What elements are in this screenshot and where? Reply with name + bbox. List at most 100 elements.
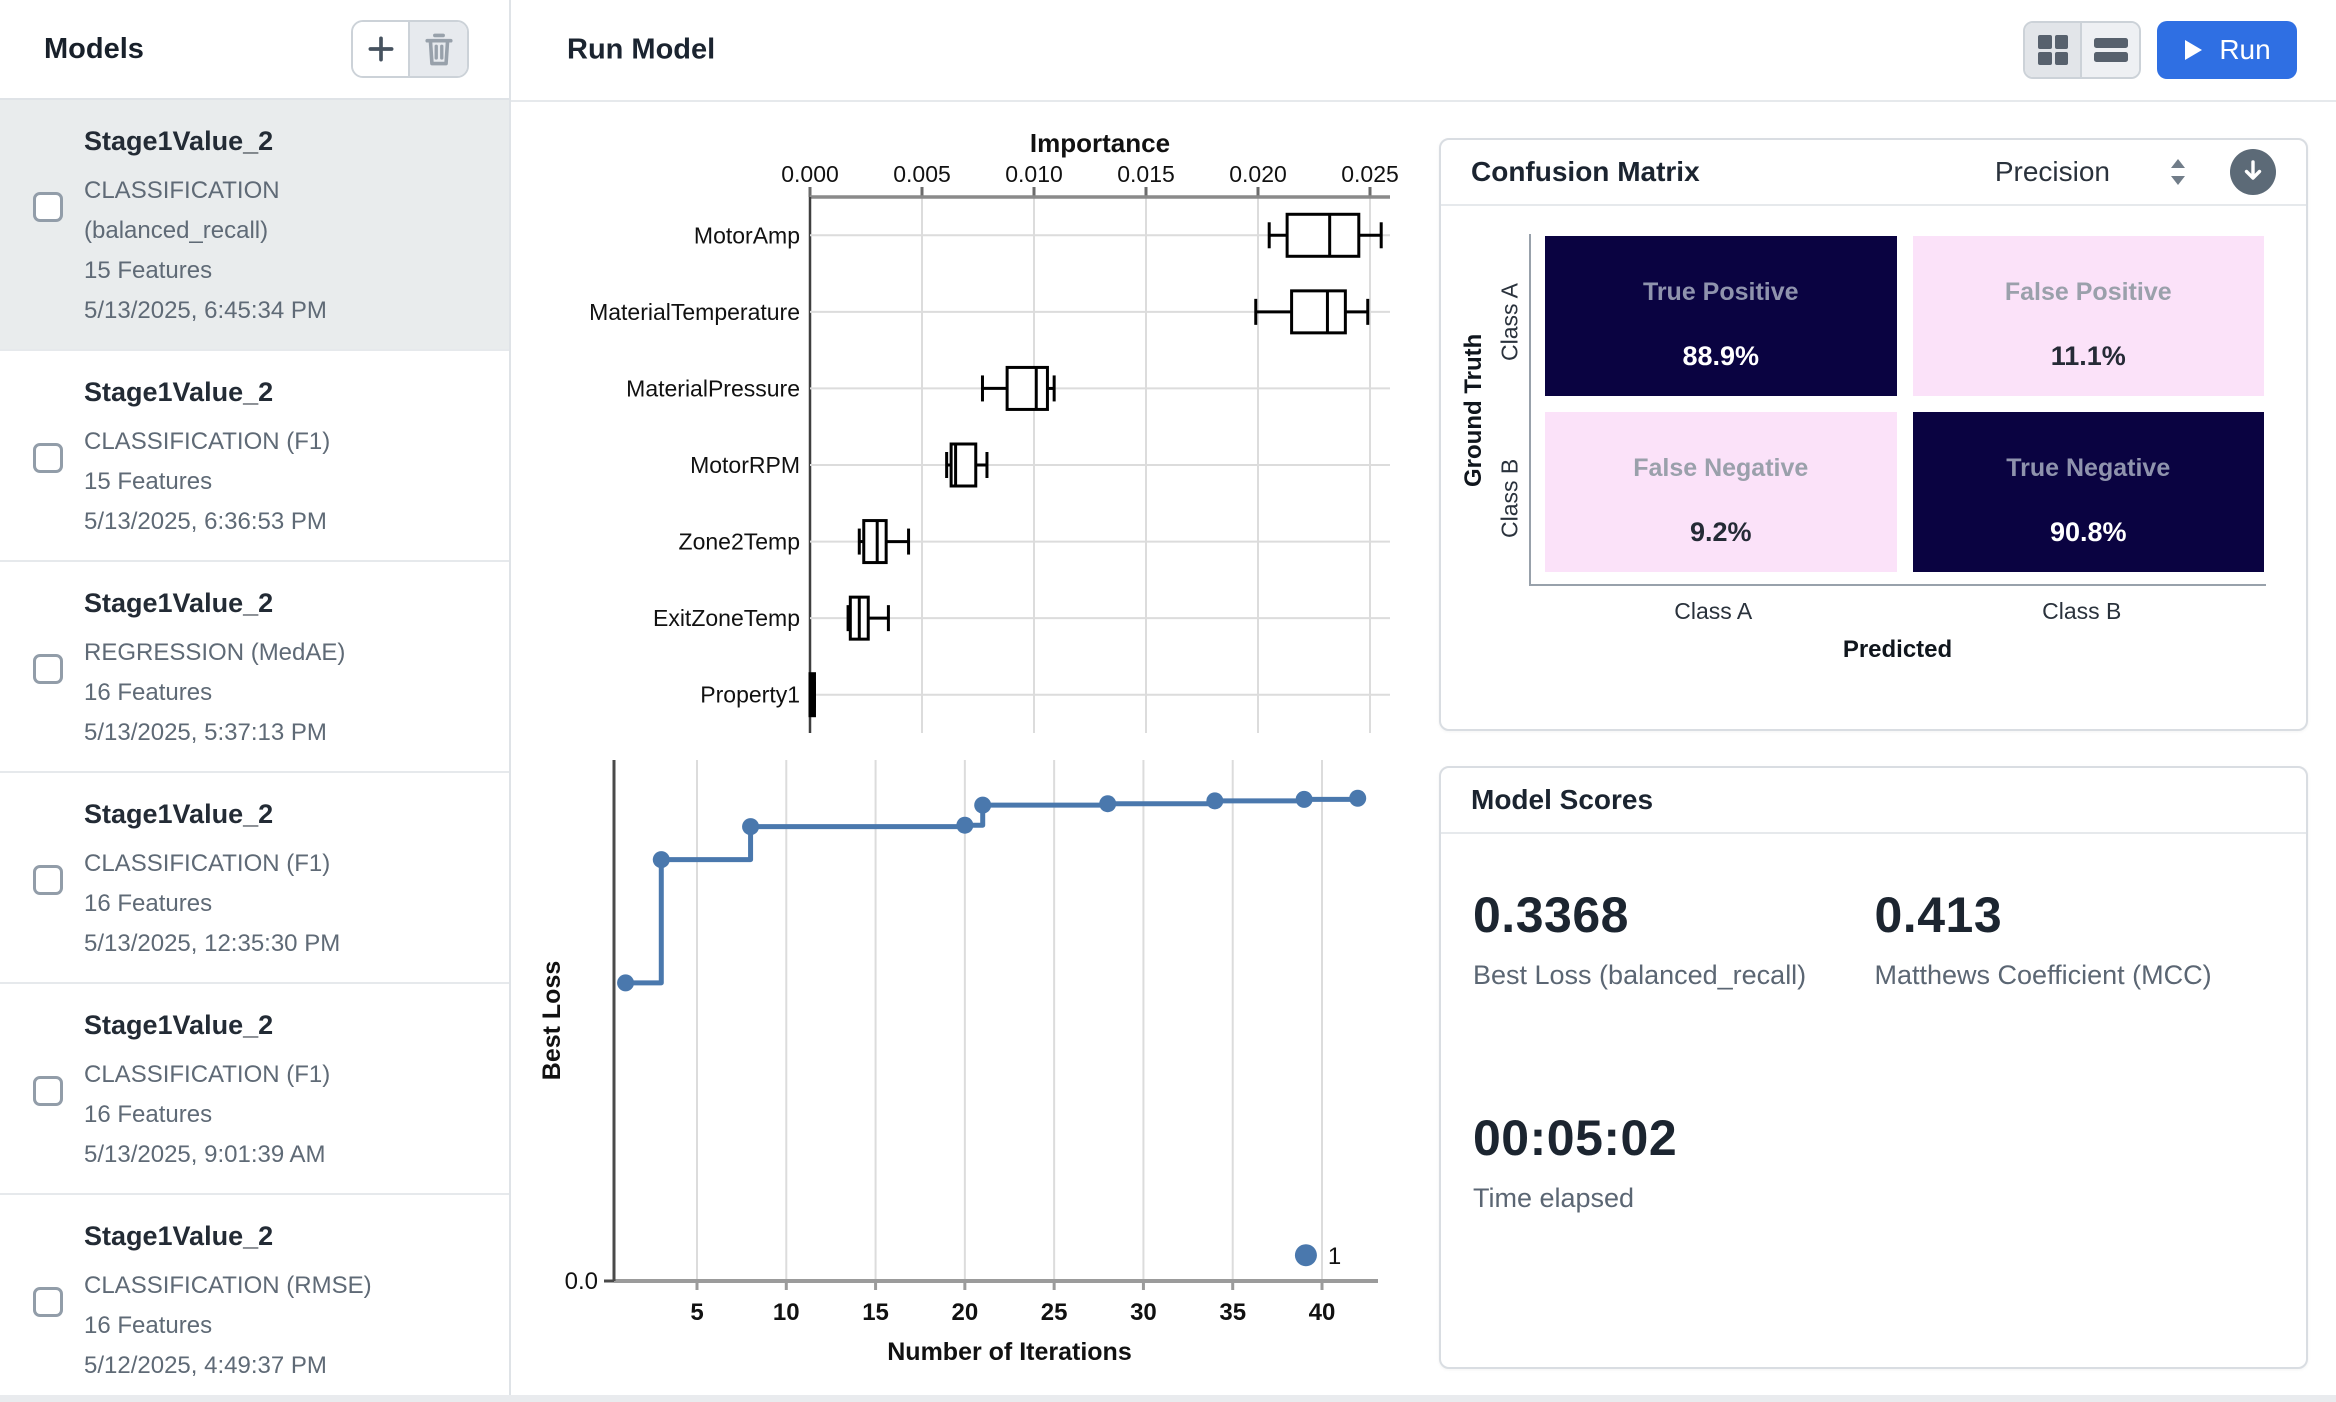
add-model-button[interactable]: [353, 22, 410, 76]
model-scores-body: 0.3368Best Loss (balanced_recall)0.413Ma…: [1441, 834, 2306, 1214]
confusion-row-labels: Class AClass B: [1491, 234, 1529, 586]
svg-text:Property1: Property1: [700, 682, 800, 708]
model-checkbox[interactable]: [33, 865, 63, 895]
model-meta: CLASSIFICATION (balanced_recall)15 Featu…: [84, 171, 436, 331]
model-meta: CLASSIFICATION (F1)16 Features5/13/2025,…: [84, 844, 436, 964]
confusion-col-label: Class B: [1898, 598, 2267, 625]
models-sidebar: Models Stage1: [0, 0, 511, 1402]
model-meta: CLASSIFICATION (RMSE)16 Features5/12/202…: [84, 1266, 436, 1386]
run-button[interactable]: Run: [2157, 21, 2297, 79]
confusion-cell-value: 11.1%: [2051, 341, 2126, 372]
model-checkbox[interactable]: [33, 1287, 63, 1317]
model-type: REGRESSION (MedAE): [84, 633, 436, 673]
model-name: Stage1Value_2: [84, 377, 479, 408]
confusion-cell-false-negative: False Negative 9.2%: [1545, 412, 1897, 572]
svg-text:30: 30: [1130, 1299, 1157, 1326]
model-date: 5/12/2025, 4:49:37 PM: [84, 1346, 436, 1386]
model-type: CLASSIFICATION (RMSE): [84, 1266, 436, 1306]
confusion-row-label: Class A: [1491, 234, 1529, 410]
confusion-cell-true-negative: True Negative90.8%: [1913, 412, 2265, 572]
confusion-cell-label: True Positive: [1643, 278, 1799, 307]
grid-view-button[interactable]: [2025, 23, 2082, 77]
app-root: Models Stage1: [0, 0, 2336, 1402]
svg-text:Best Loss: Best Loss: [538, 961, 566, 1080]
model-date: 5/13/2025, 6:36:53 PM: [84, 502, 436, 542]
confusion-row-label: Class B: [1491, 410, 1529, 586]
model-list-item[interactable]: Stage1Value_2 CLASSIFICATION (F1)16 Featu…: [0, 984, 509, 1195]
bottom-scroll-strip[interactable]: [0, 1395, 2336, 1402]
metric-cluster: Precision: [1995, 149, 2276, 195]
importance-boxplot-chart: 0.0000.0050.0100.0150.0200.025Importance…: [520, 120, 1430, 756]
model-type: CLASSIFICATION (F1): [84, 422, 436, 462]
view-toggle-group: [2023, 21, 2141, 79]
run-button-label: Run: [2219, 34, 2270, 66]
model-scores-header: Model Scores: [1441, 768, 2306, 834]
delete-model-button[interactable]: [410, 22, 467, 76]
model-list-item[interactable]: Stage1Value_2CLASSIFICATION (RMSE)16 Fea…: [0, 1195, 509, 1402]
sidebar-title: Models: [44, 33, 144, 66]
rows-view-button[interactable]: [2082, 23, 2139, 77]
page-title: Run Model: [567, 34, 715, 67]
model-features: 16 Features: [84, 673, 436, 713]
model-type: CLASSIFICATION (F1): [84, 1055, 436, 1095]
metric-selector[interactable]: Precision: [1995, 156, 2110, 188]
metric-sort-button[interactable]: [2166, 156, 2190, 188]
confusion-cell-true-positive: True Positive 88.9%: [1545, 236, 1897, 396]
svg-text:MotorRPM: MotorRPM: [690, 452, 800, 478]
confusion-cell-false-positive: False Positive11.1%: [1913, 236, 2265, 396]
model-name: Stage1Value_2: [84, 799, 479, 830]
confusion-matrix-header: Confusion Matrix Precision: [1441, 140, 2306, 206]
confusion-cell-value: 88.9%: [1682, 341, 1759, 372]
svg-text:Number of Iterations: Number of Iterations: [887, 1338, 1131, 1366]
model-list-item[interactable]: Stage1Value_2CLASSIFICATION (F1)15 Featu…: [0, 351, 509, 562]
svg-text:MaterialPressure: MaterialPressure: [626, 375, 800, 401]
model-date: 5/13/2025, 9:01:39 AM: [84, 1135, 436, 1175]
svg-text:MotorAmp: MotorAmp: [694, 222, 800, 248]
model-list-item[interactable]: Stage1Value_2REGRESSION (MedAE)16 Featur…: [0, 562, 509, 773]
play-icon: [2183, 38, 2203, 62]
confusion-cell-value: 90.8%: [2050, 517, 2127, 548]
confusion-cell-value: 9.2%: [1690, 517, 1752, 548]
confusion-cell-label: False Negative: [1633, 454, 1808, 483]
svg-text:0.0: 0.0: [565, 1268, 598, 1295]
score-label: Matthews Coefficient (MCC): [1875, 960, 2277, 991]
model-features: 16 Features: [84, 1095, 436, 1135]
svg-text:5: 5: [690, 1299, 703, 1326]
model-checkbox[interactable]: [33, 443, 63, 473]
sidebar-header: Models: [0, 0, 509, 100]
model-name: Stage1Value_2: [84, 1010, 479, 1041]
model-name: Stage1Value_2: [84, 126, 479, 157]
svg-text:35: 35: [1219, 1299, 1246, 1326]
rows-view-icon: [2092, 32, 2130, 68]
svg-text:0.000: 0.000: [781, 161, 839, 187]
svg-text:MaterialTemperature: MaterialTemperature: [589, 299, 800, 325]
model-date: 5/13/2025, 6:45:34 PM: [84, 291, 436, 331]
svg-text:0.025: 0.025: [1341, 161, 1399, 187]
model-scores-title: Model Scores: [1471, 784, 1653, 816]
confusion-matrix-panel: Confusion Matrix Precision: [1439, 138, 2308, 731]
trash-icon: [422, 31, 456, 67]
loss-chart-legend: 1: [1295, 1243, 1341, 1270]
main-area: Run Model: [511, 0, 2336, 1402]
svg-text:1: 1: [1328, 1243, 1341, 1270]
model-date: 5/13/2025, 5:37:13 PM: [84, 713, 436, 753]
confusion-matrix-title: Confusion Matrix: [1471, 156, 1700, 188]
download-confusion-button[interactable]: [2230, 149, 2276, 195]
model-list-item[interactable]: Stage1Value_2 CLASSIFICATION (F1)16 Featu…: [0, 773, 509, 984]
model-type: CLASSIFICATION (F1): [84, 844, 436, 884]
confusion-col-label: Class A: [1529, 598, 1898, 625]
svg-text:20: 20: [952, 1299, 979, 1326]
score-label: Time elapsed: [1473, 1183, 1875, 1214]
model-checkbox[interactable]: [33, 654, 63, 684]
model-list-item[interactable]: Stage1Value_2 CLASSIFICATION (balanced_re…: [0, 100, 509, 351]
model-meta: CLASSIFICATION (F1)16 Features5/13/2025,…: [84, 1055, 436, 1175]
model-checkbox[interactable]: [33, 192, 63, 222]
model-features: 16 Features: [84, 884, 436, 924]
score-label: Best Loss (balanced_recall): [1473, 960, 1875, 991]
confusion-matrix-body: Ground Truth Class AClass B True Positiv…: [1441, 206, 2306, 678]
model-checkbox[interactable]: [33, 1076, 63, 1106]
main-header: Run Model: [511, 0, 2336, 102]
svg-text:15: 15: [862, 1299, 889, 1326]
plus-icon: [364, 32, 398, 66]
model-scores-panel: Model Scores 0.3368Best Loss (balanced_r…: [1439, 766, 2308, 1369]
